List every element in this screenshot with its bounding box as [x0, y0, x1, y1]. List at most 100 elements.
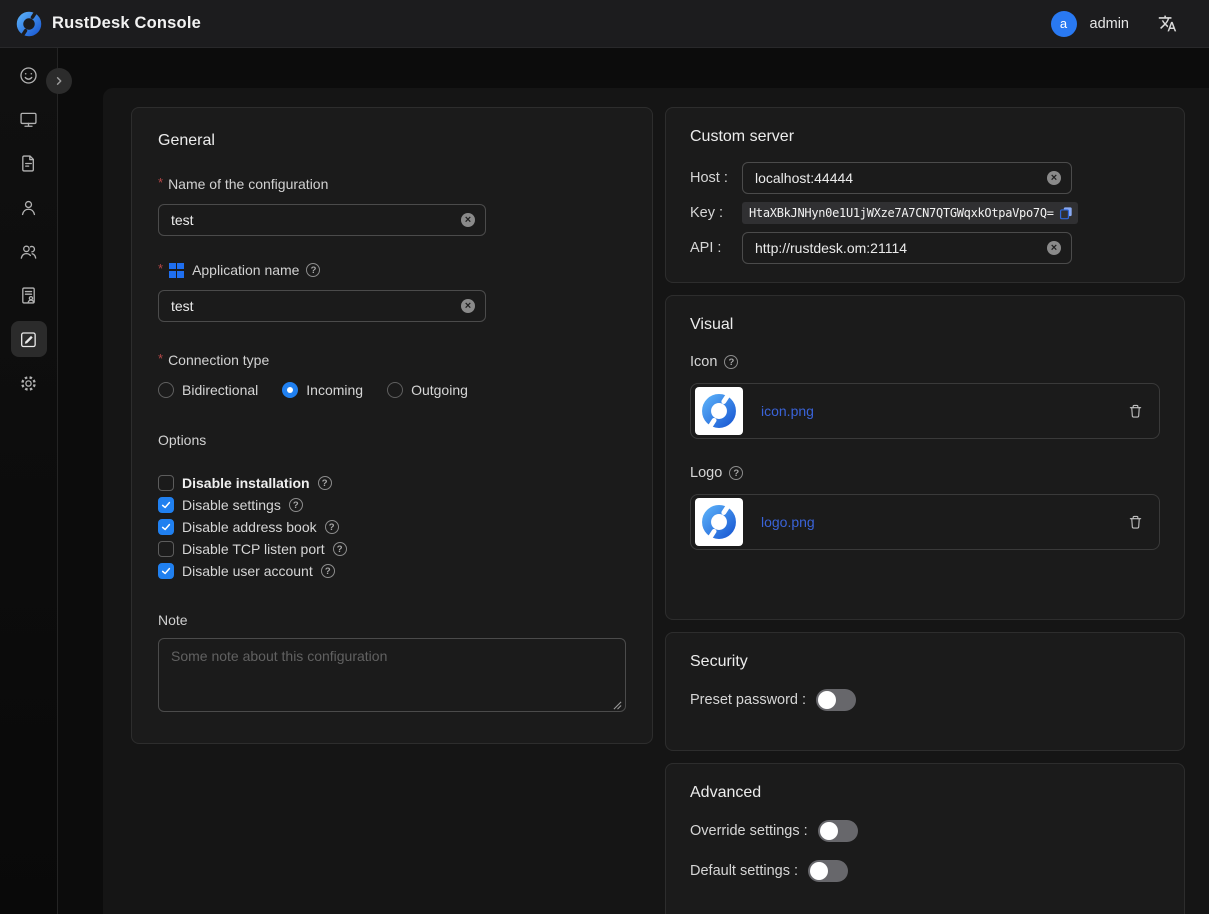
- option-disable-installation[interactable]: Disable installation: [158, 472, 626, 494]
- checkbox[interactable]: [158, 519, 174, 535]
- brand: RustDesk Console: [16, 11, 201, 37]
- default-settings-toggle[interactable]: [808, 860, 848, 882]
- options-label: Options: [158, 432, 626, 448]
- help-icon[interactable]: [318, 476, 332, 490]
- checkbox[interactable]: [158, 475, 174, 491]
- windows-icon: [169, 263, 184, 278]
- radio-incoming[interactable]: Incoming: [282, 382, 363, 398]
- radio-bidirectional[interactable]: Bidirectional: [158, 382, 258, 398]
- host-input[interactable]: [742, 162, 1072, 194]
- logo-label: Logo: [690, 465, 1160, 481]
- sidebar-item-audit[interactable]: [11, 145, 47, 181]
- monitor-icon: [18, 109, 39, 130]
- resize-handle[interactable]: [613, 701, 622, 710]
- help-icon[interactable]: [321, 564, 335, 578]
- custom-server-section: Custom server Host : Key : HtaXBkJNHyn0e…: [665, 107, 1185, 283]
- avatar[interactable]: a: [1051, 11, 1077, 37]
- clear-icon[interactable]: [461, 299, 475, 313]
- default-settings-label: Default settings :: [690, 863, 798, 879]
- custom-server-title: Custom server: [690, 128, 1160, 146]
- document-icon: [18, 153, 39, 174]
- sidebar-item-dashboard[interactable]: [11, 57, 47, 93]
- clear-icon[interactable]: [1047, 171, 1061, 185]
- clear-icon[interactable]: [461, 213, 475, 227]
- key-label: Key :: [690, 205, 742, 221]
- advanced-title: Advanced: [690, 784, 1160, 802]
- preset-password-label: Preset password :: [690, 692, 806, 708]
- trash-icon[interactable]: [1128, 403, 1143, 419]
- advanced-section: Advanced Override settings : Default set…: [665, 763, 1185, 914]
- logo-file-link[interactable]: logo.png: [761, 514, 815, 530]
- logo-upload-row: logo.png: [690, 494, 1160, 550]
- sidebar-expand-button[interactable]: [46, 68, 72, 94]
- smiley-icon: [18, 65, 39, 86]
- app-title: RustDesk Console: [52, 14, 201, 33]
- host-value[interactable]: [755, 170, 1041, 186]
- radio-circle: [282, 382, 298, 398]
- help-icon[interactable]: [724, 355, 738, 369]
- checkbox[interactable]: [158, 497, 174, 513]
- help-icon[interactable]: [306, 263, 320, 277]
- general-title: General: [158, 132, 626, 150]
- option-disable-address-book[interactable]: Disable address book: [158, 516, 626, 538]
- api-input[interactable]: [742, 232, 1072, 264]
- key-value[interactable]: HtaXBkJNHyn0e1U1jWXze7A7CN7QTGWqxkOtpaVp…: [742, 202, 1078, 224]
- user-icon: [18, 197, 39, 218]
- config-name-label: * Name of the configuration: [158, 176, 626, 192]
- main-content: General * Name of the configuration * Ap…: [103, 88, 1209, 914]
- sidebar-item-devices[interactable]: [11, 101, 47, 137]
- checkbox[interactable]: [158, 541, 174, 557]
- connection-type-label: * Connection type: [158, 352, 626, 368]
- config-name-input[interactable]: [158, 204, 486, 236]
- copy-icon[interactable]: [1059, 206, 1073, 220]
- checkbox[interactable]: [158, 563, 174, 579]
- app-name-input[interactable]: [158, 290, 486, 322]
- toggle-knob: [820, 822, 838, 840]
- trash-icon[interactable]: [1128, 514, 1143, 530]
- override-settings-label: Override settings :: [690, 823, 808, 839]
- preset-password-toggle[interactable]: [816, 689, 856, 711]
- security-title: Security: [690, 653, 1160, 671]
- sidebar-item-groups[interactable]: [11, 233, 47, 269]
- app-name-value[interactable]: [171, 298, 455, 314]
- app-name-label: * Application name: [158, 262, 626, 278]
- sidebar-item-custom-clients[interactable]: [11, 321, 47, 357]
- sidebar-nav: [0, 48, 58, 914]
- visual-section: Visual Icon icon.png: [665, 295, 1185, 620]
- host-label: Host :: [690, 170, 742, 186]
- help-icon[interactable]: [729, 466, 743, 480]
- api-value[interactable]: [755, 240, 1041, 256]
- help-icon[interactable]: [325, 520, 339, 534]
- config-name-value[interactable]: [171, 212, 455, 228]
- help-icon[interactable]: [333, 542, 347, 556]
- translate-icon[interactable]: [1158, 14, 1177, 33]
- toggle-knob: [810, 862, 828, 880]
- note-textarea[interactable]: [158, 638, 626, 712]
- override-settings-toggle[interactable]: [818, 820, 858, 842]
- users-icon: [18, 241, 39, 262]
- sidebar-item-settings[interactable]: [11, 365, 47, 401]
- icon-file-link[interactable]: icon.png: [761, 403, 814, 419]
- note-label: Note: [158, 612, 626, 628]
- connection-type-group: Bidirectional Incoming Outgoing: [158, 382, 626, 398]
- gear-icon: [18, 373, 39, 394]
- document-user-icon: [18, 285, 39, 306]
- username[interactable]: admin: [1090, 16, 1130, 32]
- radio-outgoing[interactable]: Outgoing: [387, 382, 468, 398]
- option-disable-user-account[interactable]: Disable user account: [158, 560, 626, 582]
- general-section: General * Name of the configuration * Ap…: [131, 107, 653, 744]
- top-header: RustDesk Console a admin: [0, 0, 1209, 48]
- sidebar-item-address-books[interactable]: [11, 277, 47, 313]
- radio-circle: [387, 382, 403, 398]
- icon-preview-image: [695, 387, 743, 435]
- option-disable-settings[interactable]: Disable settings: [158, 494, 626, 516]
- required-marker: *: [158, 175, 163, 190]
- api-label: API :: [690, 240, 742, 256]
- option-disable-tcp-listen-port[interactable]: Disable TCP listen port: [158, 538, 626, 560]
- radio-circle: [158, 382, 174, 398]
- logo-preview-image: [695, 498, 743, 546]
- sidebar-item-users[interactable]: [11, 189, 47, 225]
- help-icon[interactable]: [289, 498, 303, 512]
- clear-icon[interactable]: [1047, 241, 1061, 255]
- visual-title: Visual: [690, 316, 1160, 334]
